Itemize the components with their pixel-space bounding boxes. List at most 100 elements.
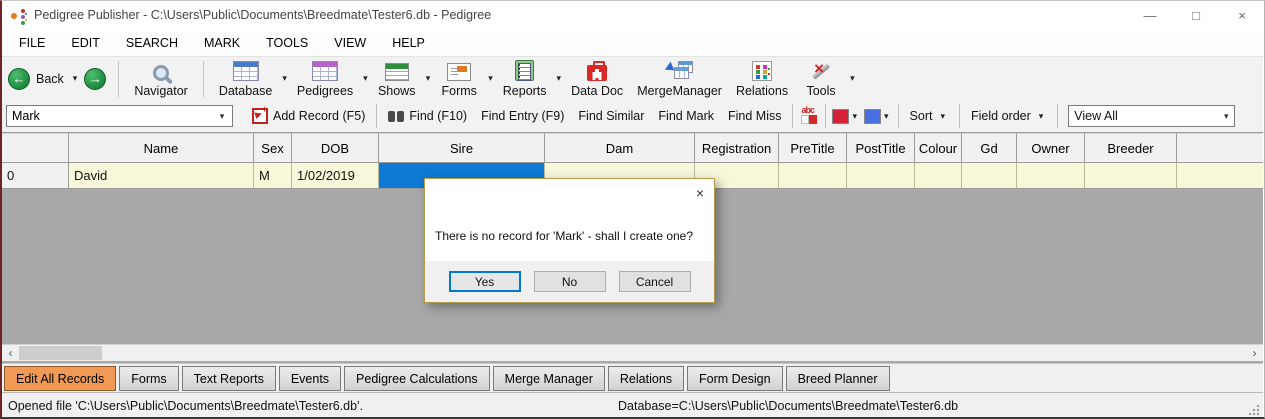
tab-merge-manager[interactable]: Merge Manager bbox=[493, 366, 605, 391]
text-color-icon[interactable]: abc bbox=[801, 108, 817, 124]
column-header-pretitle[interactable]: PreTitle bbox=[779, 133, 847, 163]
add-record-icon bbox=[252, 108, 268, 124]
column-header-colour[interactable]: Colour bbox=[915, 133, 962, 163]
menu-view[interactable]: VIEW bbox=[321, 32, 379, 54]
column-header-gd[interactable]: Gd bbox=[962, 133, 1017, 163]
cell-pretitle[interactable] bbox=[779, 163, 847, 189]
cancel-button[interactable]: Cancel bbox=[619, 271, 691, 292]
dialog-close-icon[interactable]: × bbox=[696, 186, 704, 200]
column-header-name[interactable]: Name bbox=[69, 133, 254, 163]
cell-sex[interactable]: M bbox=[254, 163, 292, 189]
add-record-button[interactable]: Add Record (F5) bbox=[245, 105, 372, 127]
minimize-icon[interactable]: — bbox=[1127, 0, 1173, 30]
create-record-dialog: × There is no record for 'Mark' - shall … bbox=[424, 178, 715, 303]
shows-button[interactable]: Shows bbox=[371, 57, 423, 100]
back-button[interactable]: Back bbox=[34, 72, 66, 86]
find-similar-button[interactable]: Find Similar bbox=[571, 106, 651, 126]
window-controls: — □ × bbox=[1127, 0, 1265, 30]
shows-dropdown-caret-icon[interactable]: ▾ bbox=[423, 73, 434, 84]
toolbar-separator bbox=[1057, 104, 1058, 128]
toolbar-separator bbox=[376, 104, 377, 128]
relations-button[interactable]: Relations bbox=[729, 57, 795, 100]
close-icon[interactable]: × bbox=[1219, 0, 1265, 30]
view-filter-combo-box[interactable]: View All ▾ bbox=[1068, 105, 1235, 127]
blue-color-button[interactable]: ▾ bbox=[864, 109, 892, 124]
scroll-right-icon[interactable]: › bbox=[1246, 345, 1263, 361]
tab-forms[interactable]: Forms bbox=[119, 366, 178, 391]
status-opened-file: Opened file 'C:\Users\Public\Documents\B… bbox=[8, 399, 363, 413]
tab-breed-planner[interactable]: Breed Planner bbox=[786, 366, 890, 391]
reports-dropdown-caret-icon[interactable]: ▾ bbox=[554, 73, 565, 84]
column-header-registration[interactable]: Registration bbox=[695, 133, 779, 163]
bottom-tab-bar: Edit All Records Forms Text Reports Even… bbox=[2, 363, 1263, 392]
database-table-icon bbox=[233, 61, 259, 81]
forward-arrow-icon[interactable]: → bbox=[84, 68, 106, 90]
database-button[interactable]: Database bbox=[212, 57, 280, 100]
blue-color-caret-icon[interactable]: ▾ bbox=[881, 111, 892, 122]
column-header-breeder[interactable]: Breeder bbox=[1085, 133, 1177, 163]
menu-tools[interactable]: TOOLS bbox=[253, 32, 321, 54]
forms-dropdown-caret-icon[interactable]: ▾ bbox=[485, 73, 496, 84]
yes-button[interactable]: Yes bbox=[449, 271, 521, 292]
cell-breeder[interactable] bbox=[1085, 163, 1177, 189]
resize-grip[interactable] bbox=[1248, 404, 1260, 416]
forms-button[interactable]: Forms bbox=[433, 57, 485, 100]
menu-search[interactable]: SEARCH bbox=[113, 32, 191, 54]
maximize-icon[interactable]: □ bbox=[1173, 0, 1219, 30]
menu-edit[interactable]: EDIT bbox=[58, 32, 112, 54]
no-button[interactable]: No bbox=[534, 271, 606, 292]
find-miss-button[interactable]: Find Miss bbox=[721, 106, 788, 126]
view-filter-caret-icon[interactable]: ▾ bbox=[1218, 111, 1234, 122]
find-button[interactable]: Find (F10) bbox=[381, 106, 474, 126]
column-header-dam[interactable]: Dam bbox=[545, 133, 695, 163]
navigator-button[interactable]: Navigator bbox=[127, 57, 195, 100]
tools-dropdown-caret-icon[interactable]: ▾ bbox=[847, 73, 858, 84]
menu-file[interactable]: FILE bbox=[6, 32, 58, 54]
back-arrow-icon[interactable]: ← bbox=[8, 68, 30, 90]
tab-relations[interactable]: Relations bbox=[608, 366, 684, 391]
find-mark-button[interactable]: Find Mark bbox=[651, 106, 721, 126]
back-dropdown-caret-icon[interactable]: ▾ bbox=[70, 73, 81, 84]
field-order-button[interactable]: Field order ▾ bbox=[964, 106, 1053, 126]
merge-manager-button[interactable]: MergeManager bbox=[630, 57, 729, 100]
sort-button[interactable]: Sort ▾ bbox=[903, 106, 955, 126]
grid-header-row: Name Sex DOB Sire Dam Registration PreTi… bbox=[2, 133, 1263, 163]
column-header-dob[interactable]: DOB bbox=[292, 133, 379, 163]
data-doc-button[interactable]: Data Doc bbox=[564, 57, 630, 100]
search-input[interactable] bbox=[7, 109, 214, 123]
cell-colour[interactable] bbox=[915, 163, 962, 189]
column-header-owner[interactable]: Owner bbox=[1017, 133, 1085, 163]
red-color-button[interactable]: ▾ bbox=[832, 109, 860, 124]
column-header-posttitle[interactable]: PostTitle bbox=[847, 133, 915, 163]
tab-text-reports[interactable]: Text Reports bbox=[182, 366, 276, 391]
row-number-cell[interactable]: 0 bbox=[2, 163, 69, 189]
horizontal-scrollbar[interactable]: ‹ › bbox=[2, 344, 1263, 361]
menu-help[interactable]: HELP bbox=[379, 32, 438, 54]
scrollbar-thumb[interactable] bbox=[19, 346, 102, 360]
tab-events[interactable]: Events bbox=[279, 366, 341, 391]
app-icon bbox=[10, 7, 26, 23]
find-entry-button[interactable]: Find Entry (F9) bbox=[474, 106, 571, 126]
mark-combo-box[interactable]: ▾ bbox=[6, 105, 233, 127]
combo-dropdown-caret-icon[interactable]: ▾ bbox=[214, 111, 230, 122]
database-dropdown-caret-icon[interactable]: ▾ bbox=[279, 73, 290, 84]
reports-button[interactable]: Reports bbox=[496, 57, 554, 100]
cell-owner[interactable] bbox=[1017, 163, 1085, 189]
pedigrees-dropdown-caret-icon[interactable]: ▾ bbox=[360, 73, 371, 84]
tab-edit-all-records[interactable]: Edit All Records bbox=[4, 366, 116, 391]
tab-pedigree-calculations[interactable]: Pedigree Calculations bbox=[344, 366, 490, 391]
cell-gd[interactable] bbox=[962, 163, 1017, 189]
pedigrees-button[interactable]: Pedigrees bbox=[290, 57, 360, 100]
tab-form-design[interactable]: Form Design bbox=[687, 366, 783, 391]
main-toolbar: ← Back ▾ → Navigator Database ▾ Pedigree… bbox=[2, 56, 1263, 100]
cell-name[interactable]: David bbox=[69, 163, 254, 189]
menu-mark[interactable]: MARK bbox=[191, 32, 253, 54]
cell-dob[interactable]: 1/02/2019 bbox=[292, 163, 379, 189]
cell-posttitle[interactable] bbox=[847, 163, 915, 189]
red-color-caret-icon[interactable]: ▾ bbox=[849, 111, 860, 122]
tools-button[interactable]: × Tools bbox=[795, 57, 847, 100]
column-header-sex[interactable]: Sex bbox=[254, 133, 292, 163]
column-header-rownum[interactable] bbox=[2, 133, 69, 163]
column-header-sire[interactable]: Sire bbox=[379, 133, 545, 163]
scroll-left-icon[interactable]: ‹ bbox=[2, 345, 19, 361]
